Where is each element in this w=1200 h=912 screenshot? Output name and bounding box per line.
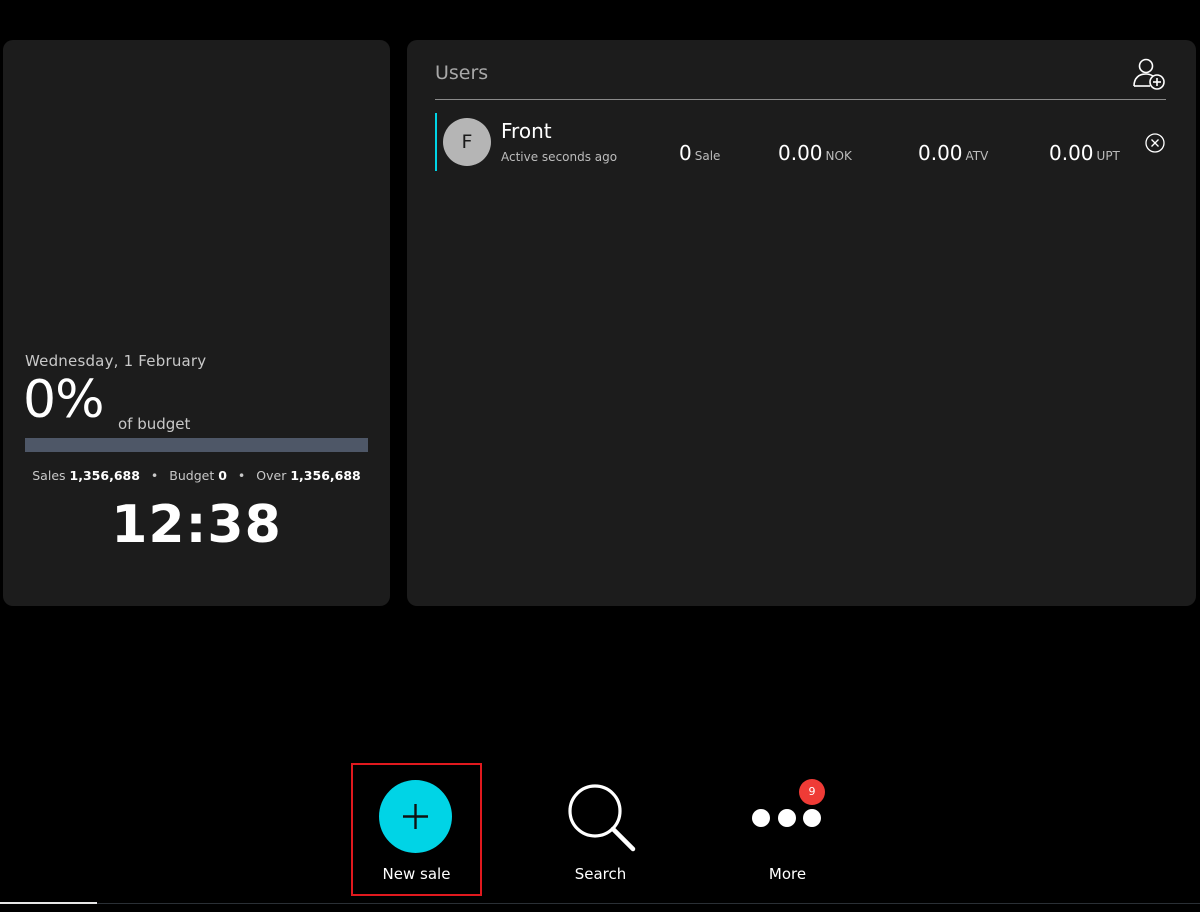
user-name: Front [501, 119, 552, 143]
user-atv: 0.00 ATV [918, 141, 988, 165]
more-dots-icon [752, 809, 821, 827]
over-label: Over [256, 468, 287, 483]
user-active-indicator [435, 113, 437, 171]
currency-unit: NOK [825, 149, 852, 163]
new-sale-button[interactable]: New sale [351, 763, 482, 896]
bottom-edge-indicator [0, 902, 97, 904]
atv-unit: ATV [965, 149, 989, 163]
user-row[interactable]: F Front Active seconds ago 0 Sale 0.00 NOK… [435, 113, 1166, 171]
more-label: More [768, 865, 807, 883]
more-button[interactable]: More [722, 763, 853, 896]
users-title: Users [435, 62, 489, 84]
sales-value: 1,356,688 [69, 468, 140, 483]
add-user-button[interactable] [1129, 54, 1169, 94]
budget-percent-suffix: of budget [118, 415, 191, 433]
add-user-icon [1133, 58, 1165, 90]
budget-percent-row: 0% of budget [23, 370, 190, 433]
bottom-edge-line [97, 903, 1200, 904]
user-upt: 0.00 UPT [1049, 141, 1120, 165]
atv-value: 0.00 [918, 141, 963, 165]
new-sale-label: New sale [382, 865, 451, 883]
users-panel: Users F Front Active seconds ago 0 Sale 0… [407, 40, 1196, 606]
search-label: Search [574, 865, 627, 883]
user-sales-amount: 0.00 NOK [778, 141, 852, 165]
close-circle-icon [1145, 133, 1165, 153]
upt-unit: UPT [1096, 149, 1120, 163]
over-value: 1,356,688 [290, 468, 361, 483]
search-icon [568, 784, 636, 852]
sales-stats-row: Sales 1,356,688 • Budget 0 • Over 1,356,688 [3, 468, 390, 483]
sales-count-unit: Sale [694, 149, 721, 163]
user-status: Active seconds ago [501, 150, 618, 164]
upt-value: 0.00 [1049, 141, 1094, 165]
budget-panel: Wednesday, 1 February 0% of budget Sales… [3, 40, 390, 606]
budget-value: 0 [218, 468, 227, 483]
avatar: F [443, 118, 491, 166]
separator-dot: • [150, 468, 159, 483]
sales-count-value: 0 [679, 141, 692, 165]
budget-percent: 0% [23, 370, 104, 430]
budget-progress-bar [25, 438, 368, 452]
remove-user-button[interactable] [1145, 133, 1165, 153]
user-sales-count: 0 Sale [679, 141, 720, 165]
budget-label: Budget [169, 468, 215, 483]
plus-icon [403, 804, 428, 829]
amount-value: 0.00 [778, 141, 823, 165]
search-button[interactable]: Search [535, 763, 666, 896]
separator-dot: • [237, 468, 246, 483]
sales-label: Sales [32, 468, 66, 483]
date-label: Wednesday, 1 February [25, 352, 207, 370]
notification-badge: 9 [799, 779, 825, 805]
clock: 12:38 [111, 495, 282, 555]
users-divider [435, 99, 1166, 100]
pos-dashboard: Wednesday, 1 February 0% of budget Sales… [0, 0, 1200, 912]
new-sale-circle [379, 780, 452, 853]
